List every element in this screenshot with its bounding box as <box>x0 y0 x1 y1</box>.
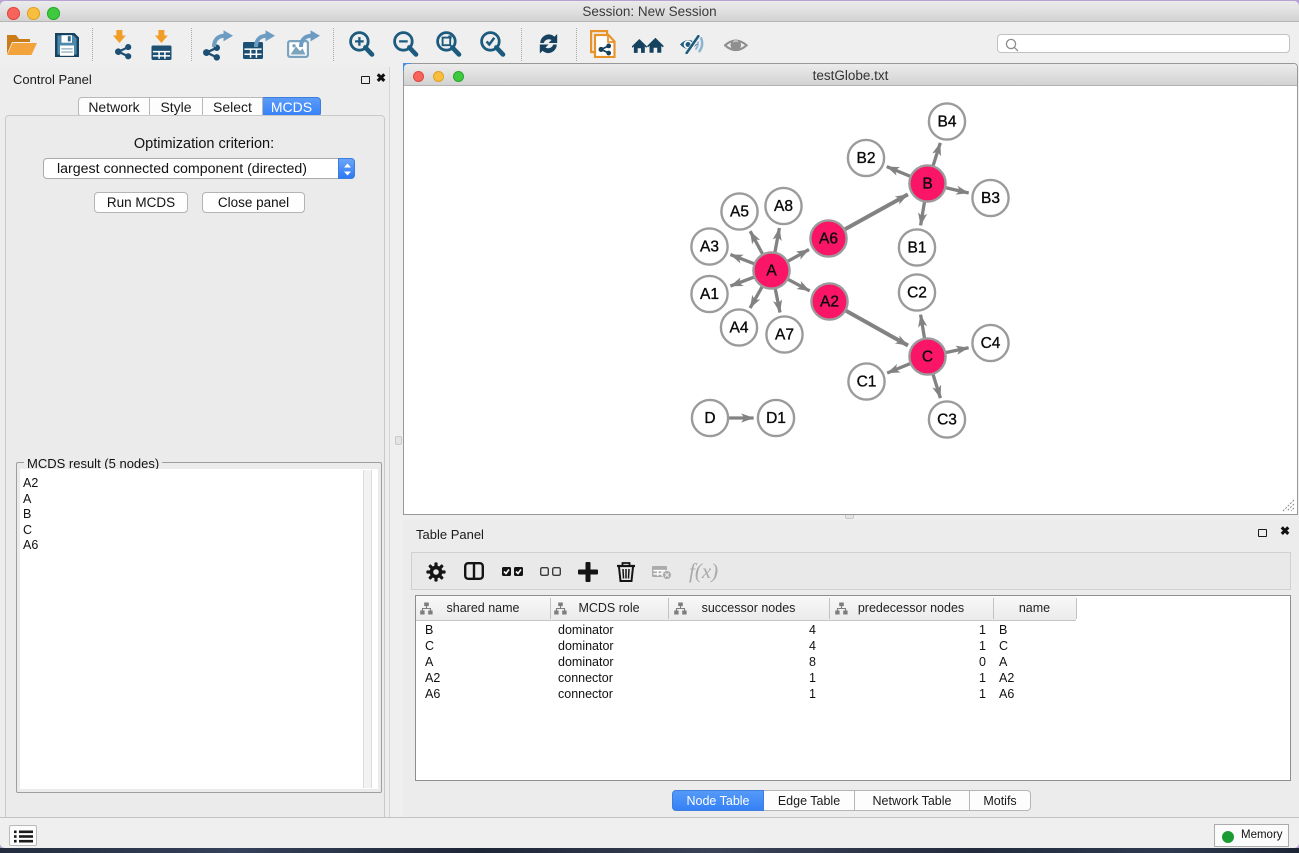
svg-text:A3: A3 <box>700 239 719 256</box>
svg-text:A7: A7 <box>775 327 794 344</box>
svg-text:B: B <box>922 176 932 193</box>
svg-text:B4: B4 <box>938 114 957 131</box>
svg-text:C3: C3 <box>937 412 957 429</box>
svg-text:C1: C1 <box>857 374 877 391</box>
svg-text:A4: A4 <box>730 320 749 337</box>
svg-text:D: D <box>704 410 715 427</box>
svg-text:A6: A6 <box>819 231 838 248</box>
svg-text:C2: C2 <box>907 285 927 302</box>
svg-text:A1: A1 <box>700 286 719 303</box>
svg-text:A5: A5 <box>730 204 749 221</box>
svg-text:B2: B2 <box>857 150 876 167</box>
svg-text:A2: A2 <box>820 294 839 311</box>
svg-text:D1: D1 <box>766 410 786 427</box>
svg-text:B3: B3 <box>981 190 1000 207</box>
svg-text:A8: A8 <box>774 198 793 215</box>
svg-text:A: A <box>766 263 777 280</box>
svg-text:C: C <box>922 349 933 366</box>
svg-text:C4: C4 <box>981 335 1001 352</box>
svg-text:B1: B1 <box>908 240 927 257</box>
